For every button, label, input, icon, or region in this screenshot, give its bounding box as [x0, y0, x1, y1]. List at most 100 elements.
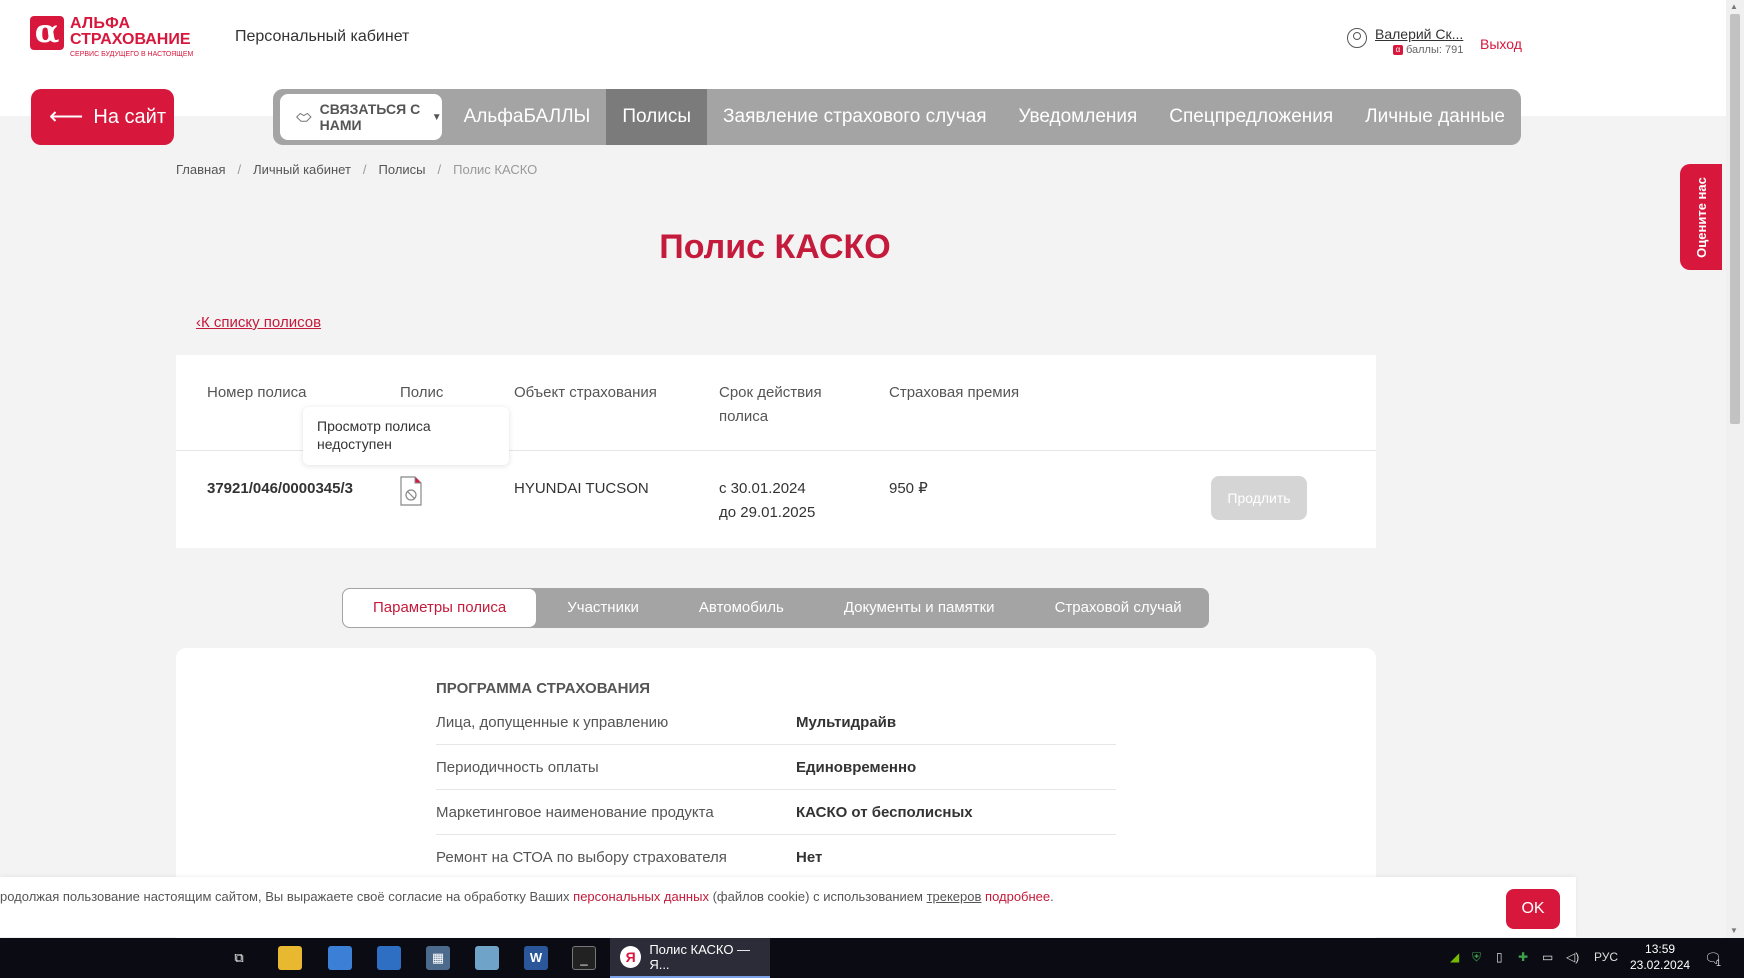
- clock-time: 13:59: [1645, 942, 1676, 956]
- rate-us-label: Оцените нас: [1693, 176, 1709, 258]
- user-name-link[interactable]: Валерий Ск...: [1375, 26, 1463, 42]
- tooltip-line1: Просмотр полиса: [317, 418, 431, 434]
- windows-taskbar: ⧉ ▦ W _ Я Полис КАСКО — Я... ◢ ⛨ ▯ ✚ ▭ ◁…: [0, 938, 1744, 978]
- param-row: Ремонт на СТОА по выбору страхователя Не…: [436, 835, 1116, 880]
- notepad-icon[interactable]: [475, 946, 499, 970]
- main-nav: СВЯЗАТЬСЯ С НАМИ ▼ АльфаБАЛЛЫ Полисы Зая…: [273, 89, 1521, 145]
- logout-link[interactable]: Выход: [1480, 36, 1522, 52]
- term-from: с 30.01.2024: [719, 480, 806, 497]
- param-label: Лица, допущенные к управлению: [436, 713, 669, 731]
- nav-item-claim[interactable]: Заявление страхового случая: [707, 89, 1002, 145]
- cabinet-title: Персональный кабинет: [235, 28, 410, 45]
- breadcrumb-current: Полис КАСКО: [453, 162, 538, 177]
- document-unavailable-icon[interactable]: [400, 476, 422, 506]
- nav-item-offers[interactable]: Спецпредложения: [1153, 89, 1349, 145]
- terminal-icon[interactable]: _: [572, 946, 596, 970]
- handshake-icon: [296, 112, 312, 122]
- page-title: Полис КАСКО: [659, 228, 891, 266]
- word-icon[interactable]: W: [524, 946, 548, 970]
- more-info-link[interactable]: подробнее: [985, 889, 1050, 904]
- app-icon[interactable]: [328, 946, 352, 970]
- nvidia-icon[interactable]: ◢: [1450, 950, 1459, 964]
- header-term-line1: Срок действия: [719, 384, 822, 401]
- header-term: Срок действия полиса: [719, 381, 822, 429]
- usb-icon[interactable]: ▯: [1496, 950, 1503, 964]
- param-row: Периодичность оплаты Единовременно: [436, 745, 1116, 790]
- nav-item-alfaballs[interactable]: АльфаБАЛЛЫ: [448, 89, 607, 145]
- page-scrollbar[interactable]: ▲ ▼: [1726, 0, 1744, 938]
- header-object: Объект страхования: [514, 384, 657, 401]
- policy-tabs: Параметры полиса Участники Автомобиль До…: [342, 588, 1209, 628]
- system-clock[interactable]: 13:59 23.02.2024: [1630, 941, 1690, 973]
- user-points: α баллы: 791: [1375, 44, 1463, 56]
- network-icon[interactable]: ▭: [1542, 950, 1553, 964]
- term-to: до 29.01.2025: [719, 504, 816, 521]
- volume-icon[interactable]: ◁): [1566, 950, 1579, 964]
- param-value: Нет: [796, 848, 823, 866]
- breadcrumb-separator: /: [362, 162, 367, 177]
- points-label: баллы: 791: [1405, 44, 1464, 56]
- policy-table: Номер полиса Полис Объект страхования Ср…: [176, 355, 1376, 548]
- scroll-up-icon[interactable]: ▲: [1730, 2, 1738, 11]
- nav-item-personal-data[interactable]: Личные данные: [1349, 89, 1521, 145]
- scroll-down-icon[interactable]: ▼: [1730, 926, 1738, 935]
- breadcrumb-home[interactable]: Главная: [176, 162, 225, 177]
- shield-icon[interactable]: ⛨: [1472, 950, 1481, 965]
- logo-line1: АЛЬФА: [70, 15, 131, 32]
- taskbar-browser-window[interactable]: Я Полис КАСКО — Я...: [610, 938, 770, 978]
- cookie-ok-button[interactable]: OK: [1506, 889, 1560, 929]
- yandex-browser-icon: Я: [620, 946, 642, 968]
- notifications-count: 1: [1716, 958, 1722, 968]
- back-to-policies-link[interactable]: ‹К списку полисов: [196, 314, 321, 331]
- param-row: Маркетинговое наименование продукта КАСК…: [436, 790, 1116, 835]
- contact-us-button[interactable]: СВЯЗАТЬСЯ С НАМИ ▼: [280, 94, 442, 140]
- tab-insurance-case[interactable]: Страховой случай: [1025, 588, 1212, 628]
- cookie-text: родолжая пользование настоящим сайтом, В…: [0, 889, 1054, 904]
- breadcrumb-cabinet[interactable]: Личный кабинет: [253, 162, 351, 177]
- renew-button[interactable]: Продлить: [1211, 476, 1307, 520]
- rate-us-tab[interactable]: Оцените нас: [1680, 164, 1722, 270]
- policy-term: с 30.01.2024 до 29.01.2025: [719, 477, 815, 525]
- tab-documents[interactable]: Документы и памятки: [814, 588, 1025, 628]
- tab-policy-params[interactable]: Параметры полиса: [342, 588, 538, 628]
- file-explorer-icon[interactable]: [278, 946, 302, 970]
- task-view-icon[interactable]: ⧉: [227, 946, 251, 970]
- calculator-icon[interactable]: ▦: [426, 946, 450, 970]
- header-policy: Полис: [400, 384, 444, 401]
- logo-tagline: СЕРВИС БУДУЩЕГО В НАСТОЯЩЕМ: [70, 51, 194, 58]
- tab-car[interactable]: Автомобиль: [669, 588, 814, 628]
- back-to-site-button[interactable]: ⟵ На сайт: [31, 89, 174, 145]
- tab-participants[interactable]: Участники: [537, 588, 669, 628]
- param-label: Маркетинговое наименование продукта: [436, 803, 714, 821]
- alfa-logo-icon: α: [30, 15, 64, 50]
- breadcrumb: Главная / Личный кабинет / Полисы / Поли…: [176, 162, 537, 177]
- param-label: Периодичность оплаты: [436, 758, 599, 776]
- cookie-text-part1: родолжая пользование настоящим сайтом, В…: [0, 889, 574, 904]
- arrow-left-icon: ⟵: [49, 103, 84, 130]
- contact-us-label: СВЯЗАТЬСЯ С НАМИ: [319, 101, 421, 133]
- security-icon[interactable]: ✚: [1518, 950, 1528, 964]
- logo-line2: СТРАХОВАНИЕ: [70, 31, 191, 48]
- breadcrumb-separator: /: [437, 162, 442, 177]
- section-title: ПРОГРАММА СТРАХОВАНИЯ: [436, 680, 651, 697]
- personal-data-link[interactable]: персональных данных: [573, 889, 709, 904]
- nav-item-notifications[interactable]: Уведомления: [1002, 89, 1153, 145]
- breadcrumb-separator: /: [237, 162, 242, 177]
- param-label: Ремонт на СТОА по выбору страхователя: [436, 848, 727, 866]
- control-panel-icon[interactable]: [377, 946, 401, 970]
- alfa-logo[interactable]: α АЛЬФА СТРАХОВАНИЕ СЕРВИС БУДУЩЕГО В НА…: [30, 15, 194, 59]
- breadcrumb-policies[interactable]: Полисы: [379, 162, 426, 177]
- policy-number: 37921/046/0000345/3: [207, 480, 353, 497]
- language-indicator[interactable]: РУС: [1594, 950, 1618, 964]
- param-row: Лица, допущенные к управлению Мультидрай…: [436, 700, 1116, 745]
- header-policy-number: Номер полиса: [207, 384, 307, 401]
- back-to-site-label: На сайт: [93, 105, 166, 128]
- trackers-link[interactable]: трекеров: [927, 889, 982, 904]
- user-block: Валерий Ск... α баллы: 791: [1347, 26, 1463, 56]
- back-to-policies-label: К списку полисов: [201, 314, 322, 331]
- nav-item-policies[interactable]: Полисы: [606, 89, 708, 145]
- param-value: Единовременно: [796, 758, 917, 776]
- header-premium: Страховая премия: [889, 384, 1020, 401]
- param-value: КАСКО от бесполисных: [796, 803, 973, 821]
- scroll-thumb[interactable]: [1730, 14, 1740, 424]
